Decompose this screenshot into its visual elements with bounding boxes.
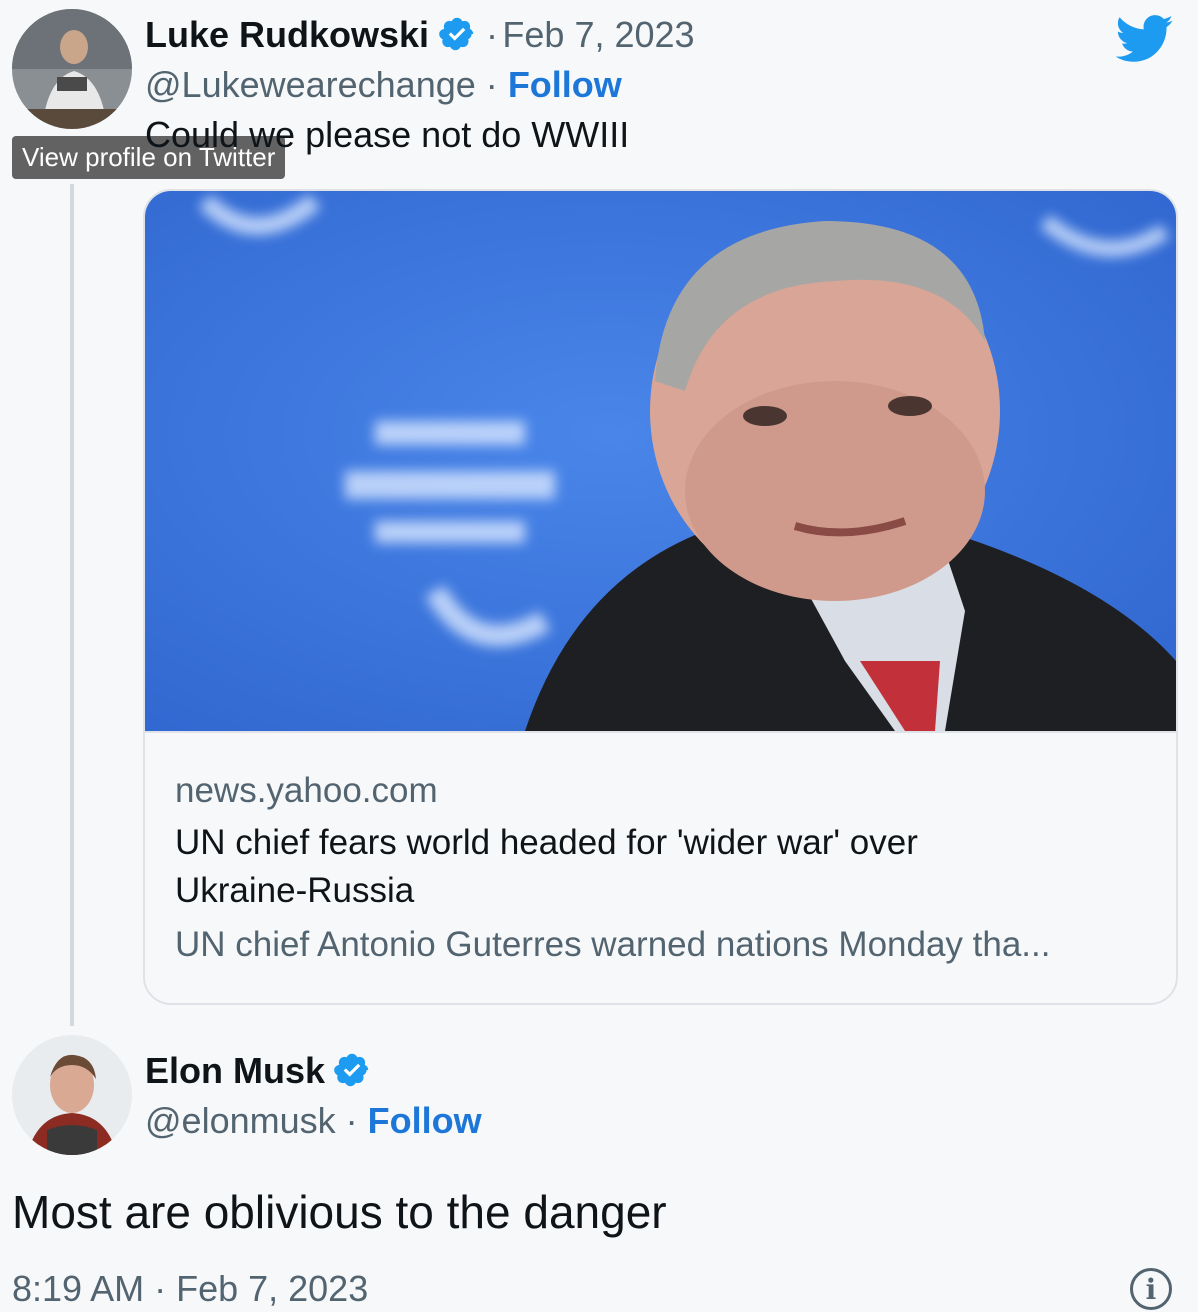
parent-tweet-header: Luke Rudkowski · Feb 7, 2023 [145,14,695,56]
author-handle[interactable]: @elonmusk [145,1100,336,1141]
separator: · [345,1100,358,1141]
author-name[interactable]: Luke Rudkowski [145,14,429,55]
separator: · [485,14,498,55]
verified-badge-icon [438,15,476,53]
reply-tweet-subheader: @elonmusk · Follow [145,1100,482,1142]
author-name[interactable]: Elon Musk [145,1050,325,1091]
reply-tweet-text: Most are oblivious to the danger [12,1186,667,1238]
verified-badge-icon [333,1051,371,1089]
link-preview-body: news.yahoo.com UN chief fears world head… [145,733,1176,969]
tweet-timestamp[interactable]: 8:19 AM · Feb 7, 2023 [12,1268,368,1310]
thread-connector-line [70,184,74,1026]
avatar-elon-musk[interactable] [12,1035,132,1155]
link-title: UN chief fears world headed for 'wider w… [175,823,918,910]
link-description: UN chief Antonio Guterres warned nations… [175,925,1051,964]
reply-tweet-header: Elon Musk [145,1050,371,1092]
avatar-luke-rudkowski[interactable] [12,9,132,129]
link-domain: news.yahoo.com [175,771,438,810]
link-preview-card[interactable]: news.yahoo.com UN chief fears world head… [143,189,1178,1005]
parent-tweet-subheader: @Lukewearechange · Follow [145,64,622,106]
separator: · [485,64,498,105]
info-icon[interactable]: i [1130,1268,1172,1310]
tweet-date[interactable]: Feb 7, 2023 [502,14,694,55]
link-preview-image [145,191,1176,733]
follow-button[interactable]: Follow [508,64,622,105]
author-handle[interactable]: @Lukewearechange [145,64,476,105]
twitter-bird-icon[interactable] [1115,14,1174,69]
follow-button[interactable]: Follow [368,1100,482,1141]
parent-tweet-text: Could we please not do WWIII [145,114,630,155]
